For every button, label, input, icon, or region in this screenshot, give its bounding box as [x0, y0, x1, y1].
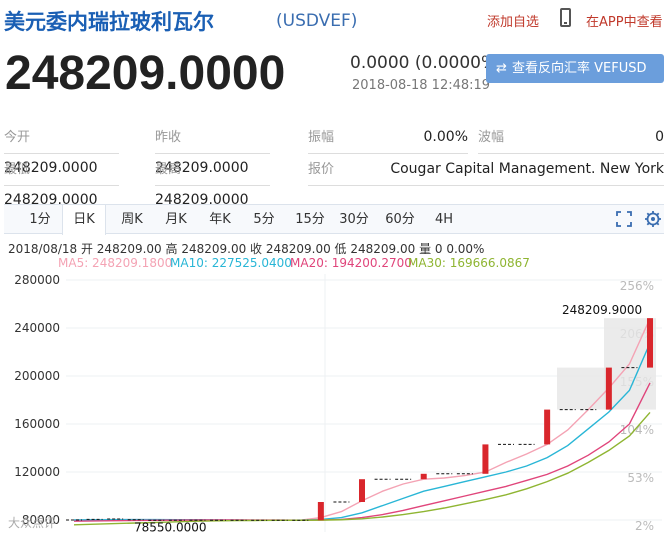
min-price-label: 78550.0000 [134, 521, 207, 535]
quote-timestamp: 2018-08-18 12:48:19 [352, 78, 491, 93]
tab-monthly[interactable]: 月K [158, 205, 194, 234]
kline-chart[interactable]: 28000024000020000016000012000080000256%2… [0, 266, 668, 536]
max-price-label: 248209.9000 [562, 303, 642, 317]
phone-icon [560, 8, 571, 27]
tab-60min[interactable]: 60分 [380, 205, 420, 234]
candle-up [420, 473, 427, 480]
y-tick-label: 160000 [14, 417, 60, 431]
page-title: 美元委内瑞拉玻利瓦尔 [4, 10, 214, 34]
stat-range: 波幅 0 [478, 122, 664, 154]
price-change: 0.0000 (0.0000%) [350, 53, 504, 73]
stat-quote-source: 报价 Cougar Capital Management. New York [308, 154, 664, 186]
y-tick-label: 240000 [14, 321, 60, 335]
right-tick-label: 53% [627, 471, 654, 485]
settings-icon[interactable] [644, 210, 662, 228]
candle-up [359, 479, 365, 502]
right-tick-label: 2% [635, 519, 654, 533]
swap-icon: ⇄ [496, 61, 507, 76]
tab-4h[interactable]: 4H [428, 205, 460, 234]
tab-1min[interactable]: 1分 [24, 205, 56, 234]
tab-yearly[interactable]: 年K [202, 205, 238, 234]
ohlc-readout: 2018/08/18 开 248209.00 高 248209.00 收 248… [8, 242, 485, 256]
watermark: 大众点评 [8, 516, 57, 530]
reverse-rate-button[interactable]: ⇄ 查看反向汇率 VEFUSD [486, 54, 664, 83]
fullscreen-icon[interactable] [616, 211, 632, 227]
candle-up [544, 409, 551, 445]
stat-low: 最低248209.0000 [4, 154, 119, 208]
add-favorite-button[interactable]: 添加自选 [487, 11, 539, 30]
stat-open: 今开248209.0000 [4, 122, 119, 176]
candle-up [317, 502, 324, 521]
ma-line-ma30 [73, 411, 651, 526]
tab-weekly[interactable]: 周K [114, 205, 150, 234]
tab-30min[interactable]: 30分 [334, 205, 374, 234]
tab-daily[interactable]: 日K [62, 205, 106, 235]
tab-5min[interactable]: 5分 [248, 205, 280, 234]
header: 美元委内瑞拉玻利瓦尔 (USDVEF) 添加自选 在APP中查看 [0, 0, 668, 40]
view-in-app-button[interactable]: 在APP中查看 [586, 11, 663, 30]
tab-15min[interactable]: 15分 [290, 205, 330, 234]
right-tick-label: 104% [620, 423, 654, 437]
stat-high: 最高248209.0000 [155, 154, 270, 208]
candle-up [605, 367, 612, 410]
candle-up [647, 318, 653, 368]
symbol-code: (USDVEF) [276, 11, 358, 31]
period-tabs: 1分 日K 周K 月K 年K 5分 15分 30分 60分 4H [4, 204, 664, 235]
y-tick-label: 280000 [14, 273, 60, 287]
y-tick-label: 120000 [14, 465, 60, 479]
candle-up [482, 444, 489, 474]
right-tick-label: 256% [620, 279, 654, 293]
reverse-rate-label: 查看反向汇率 VEFUSD [512, 61, 647, 76]
range-highlight [557, 367, 605, 410]
stat-amplitude: 振幅 0.00% [308, 122, 468, 154]
y-tick-label: 200000 [14, 369, 60, 383]
current-price: 248209.0000 [5, 47, 286, 100]
stat-prev-close: 昨收248209.0000 [155, 122, 270, 176]
